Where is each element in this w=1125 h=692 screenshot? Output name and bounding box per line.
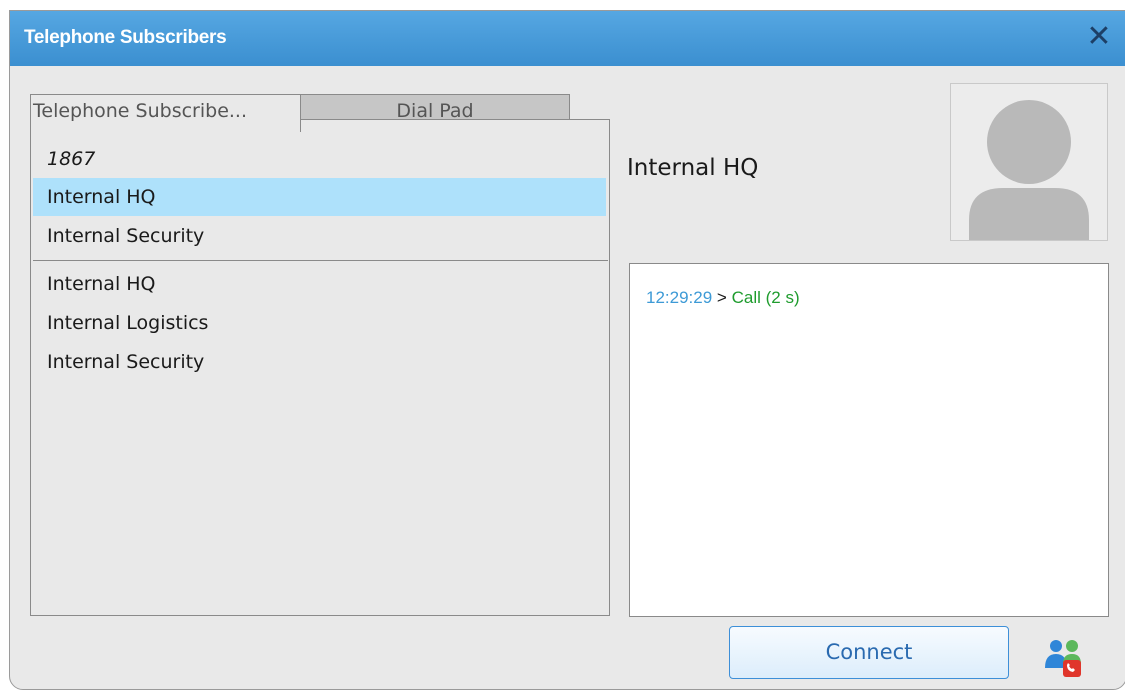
subscribers-call-icon[interactable]: [1043, 638, 1085, 678]
tab-telephone-subscribers[interactable]: Telephone Subscribe...: [30, 94, 301, 132]
telephone-subscribers-dialog: Telephone Subscribers ✕ Telephone Subscr…: [9, 10, 1125, 690]
list-item-internal-security-2[interactable]: Internal Security: [33, 343, 606, 381]
list-item-internal-security[interactable]: Internal Security: [33, 217, 606, 255]
list-item-1867[interactable]: 1867: [33, 140, 606, 178]
connect-button[interactable]: Connect: [729, 626, 1009, 679]
log-event: Call (2 s): [731, 288, 800, 307]
recent-subscribers-group: 1867 Internal HQ Internal Security: [33, 130, 608, 261]
list-item-internal-hq[interactable]: Internal HQ: [33, 265, 606, 303]
log-separator: >: [716, 288, 727, 307]
call-log-panel: 12:29:29 > Call (2 s): [629, 263, 1109, 617]
list-item-internal-logistics[interactable]: Internal Logistics: [33, 304, 606, 342]
log-time: 12:29:29: [646, 288, 713, 307]
selected-contact-name: Internal HQ: [627, 155, 759, 181]
subscriber-list-panel: 1867 Internal HQ Internal Security Inter…: [30, 119, 610, 616]
close-icon[interactable]: ✕: [1084, 22, 1114, 53]
list-item-internal-hq-selected[interactable]: Internal HQ: [33, 178, 606, 216]
window-title: Telephone Subscribers: [24, 27, 227, 48]
log-entry: 12:29:29 > Call (2 s): [646, 288, 800, 308]
user-silhouette-icon: [950, 83, 1108, 241]
title-bar: Telephone Subscribers ✕: [10, 11, 1125, 66]
